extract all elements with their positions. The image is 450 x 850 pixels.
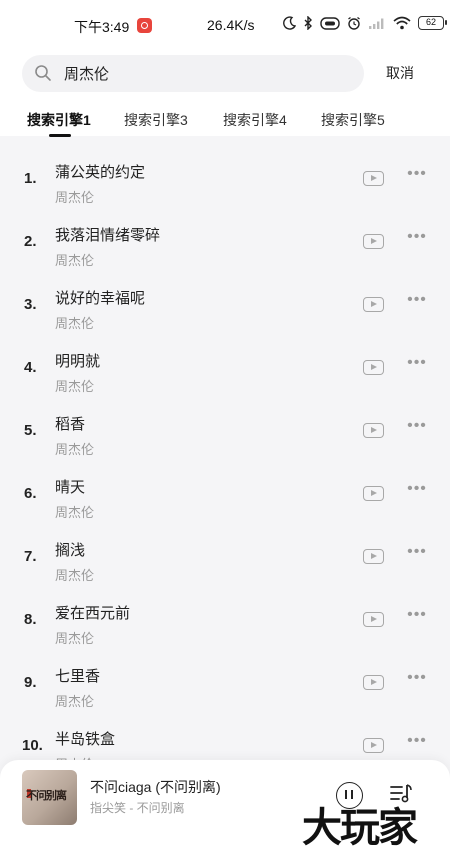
- app-notification-icon: [137, 18, 152, 33]
- hd-icon: [320, 16, 340, 30]
- active-tab-indicator: [49, 134, 71, 137]
- play-video-icon[interactable]: [363, 612, 384, 627]
- play-video-icon[interactable]: [363, 549, 384, 564]
- song-number: 10.: [22, 737, 43, 754]
- now-playing-subtitle: 指尖笑 - 不问别离: [90, 801, 185, 815]
- watermark-logo: 大玩家: [302, 805, 418, 850]
- song-number: 9.: [24, 674, 37, 691]
- more-options-icon[interactable]: •••: [405, 607, 429, 628]
- play-video-icon[interactable]: [363, 171, 384, 186]
- song-row[interactable]: 5. 稻香 周杰伦 •••: [0, 401, 450, 464]
- song-title: 稻香: [55, 416, 86, 433]
- song-title: 我落泪情绪零碎: [55, 227, 161, 244]
- more-options-icon[interactable]: •••: [405, 670, 429, 691]
- song-artist: 周杰伦: [55, 253, 95, 268]
- search-input[interactable]: [64, 55, 354, 92]
- header: 下午3:49 26.4K/s 62 周杰伦 取消 搜索引擎1 搜索引擎3 搜索引…: [0, 0, 450, 137]
- song-row[interactable]: 7. 搁浅 周杰伦 •••: [0, 527, 450, 590]
- play-video-icon[interactable]: [363, 297, 384, 312]
- tab-engine-3[interactable]: 搜索引擎3: [124, 110, 188, 130]
- song-artist: 周杰伦: [55, 568, 95, 583]
- play-video-icon[interactable]: [363, 360, 384, 375]
- song-row[interactable]: 2. 我落泪情绪零碎 周杰伦 •••: [0, 212, 450, 275]
- song-artist: 周杰伦: [55, 190, 95, 205]
- song-number: 8.: [24, 611, 37, 628]
- song-title: 明明就: [55, 353, 101, 370]
- song-artist: 周杰伦: [55, 631, 95, 646]
- tab-engine-1[interactable]: 搜索引擎1: [27, 110, 91, 130]
- status-icons: 62: [283, 16, 447, 30]
- song-row[interactable]: 6. 晴天 周杰伦 •••: [0, 464, 450, 527]
- song-number: 3.: [24, 296, 37, 313]
- song-number: 7.: [24, 548, 37, 565]
- song-title: 半岛铁盒: [55, 731, 116, 748]
- search-icon: [35, 65, 51, 81]
- song-title: 蒲公英的约定: [55, 164, 146, 181]
- search-engine-tabs: 搜索引擎1 搜索引擎3 搜索引擎4 搜索引擎5: [0, 110, 450, 136]
- bluetooth-icon: [304, 16, 312, 30]
- more-options-icon[interactable]: •••: [405, 481, 429, 502]
- moon-icon: [283, 16, 296, 30]
- play-video-icon[interactable]: [363, 675, 384, 690]
- song-row[interactable]: 9. 七里香 周杰伦 •••: [0, 653, 450, 716]
- alarm-icon: [348, 16, 360, 30]
- song-row[interactable]: 8. 爱在西元前 周杰伦 •••: [0, 590, 450, 653]
- song-title: 晴天: [55, 479, 86, 496]
- network-speed: 26.4K/s: [207, 17, 255, 33]
- more-options-icon[interactable]: •••: [405, 355, 429, 376]
- song-title: 搁浅: [55, 542, 86, 559]
- play-video-icon[interactable]: [363, 423, 384, 438]
- song-title: 说好的幸福呢: [55, 290, 146, 307]
- battery-icon: 62: [418, 16, 447, 30]
- play-video-icon[interactable]: [363, 234, 384, 249]
- now-playing-title: 不问ciaga (不问别离): [90, 779, 221, 795]
- album-cover[interactable]: 不问别离: [22, 770, 77, 825]
- song-title: 爱在西元前: [55, 605, 131, 622]
- tab-engine-5[interactable]: 搜索引擎5: [321, 110, 385, 130]
- song-number: 4.: [24, 359, 37, 376]
- song-artist: 周杰伦: [55, 316, 95, 331]
- song-row[interactable]: 1. 蒲公英的约定 周杰伦 •••: [0, 149, 450, 212]
- more-options-icon[interactable]: •••: [405, 418, 429, 439]
- song-number: 6.: [24, 485, 37, 502]
- song-artist: 周杰伦: [55, 442, 95, 457]
- more-options-icon[interactable]: •••: [405, 229, 429, 250]
- song-title: 七里香: [55, 668, 101, 685]
- signal-icon: [369, 18, 384, 29]
- song-artist: 周杰伦: [55, 694, 95, 709]
- status-bar: 下午3:49 26.4K/s 62: [0, 0, 450, 52]
- status-time: 下午3:49: [74, 19, 130, 35]
- song-row[interactable]: 3. 说好的幸福呢 周杰伦 •••: [0, 275, 450, 338]
- more-options-icon[interactable]: •••: [405, 544, 429, 565]
- song-number: 1.: [24, 170, 37, 187]
- song-row[interactable]: 4. 明明就 周杰伦 •••: [0, 338, 450, 401]
- play-video-icon[interactable]: [363, 738, 384, 753]
- song-artist: 周杰伦: [55, 379, 95, 394]
- cancel-button[interactable]: 取消: [386, 63, 414, 83]
- song-artist: 周杰伦: [55, 505, 95, 520]
- more-options-icon[interactable]: •••: [405, 733, 429, 754]
- search-box[interactable]: [22, 55, 364, 92]
- song-number: 2.: [24, 233, 37, 250]
- song-number: 5.: [24, 422, 37, 439]
- tab-engine-4[interactable]: 搜索引擎4: [223, 110, 287, 130]
- play-video-icon[interactable]: [363, 486, 384, 501]
- wifi-icon: [393, 16, 411, 30]
- more-options-icon[interactable]: •••: [405, 166, 429, 187]
- more-options-icon[interactable]: •••: [405, 292, 429, 313]
- cover-title-art: 不问别离: [26, 789, 67, 802]
